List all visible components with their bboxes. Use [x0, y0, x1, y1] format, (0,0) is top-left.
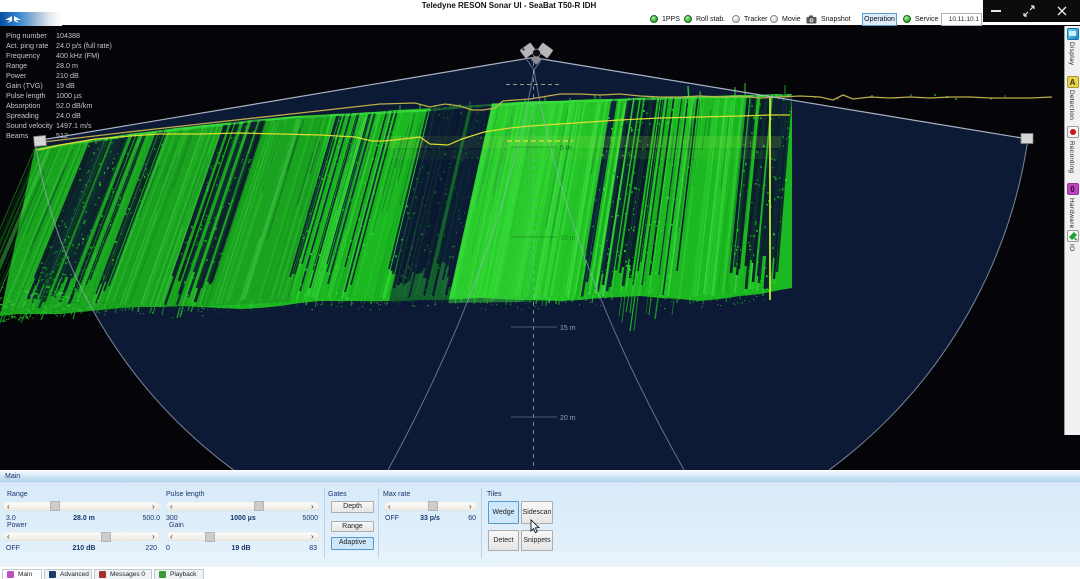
svg-text:15 m: 15 m	[560, 325, 576, 332]
svg-text:10 m: 10 m	[560, 235, 576, 242]
svg-text:20 m: 20 m	[560, 415, 576, 422]
svg-text:5 m: 5 m	[560, 145, 572, 152]
